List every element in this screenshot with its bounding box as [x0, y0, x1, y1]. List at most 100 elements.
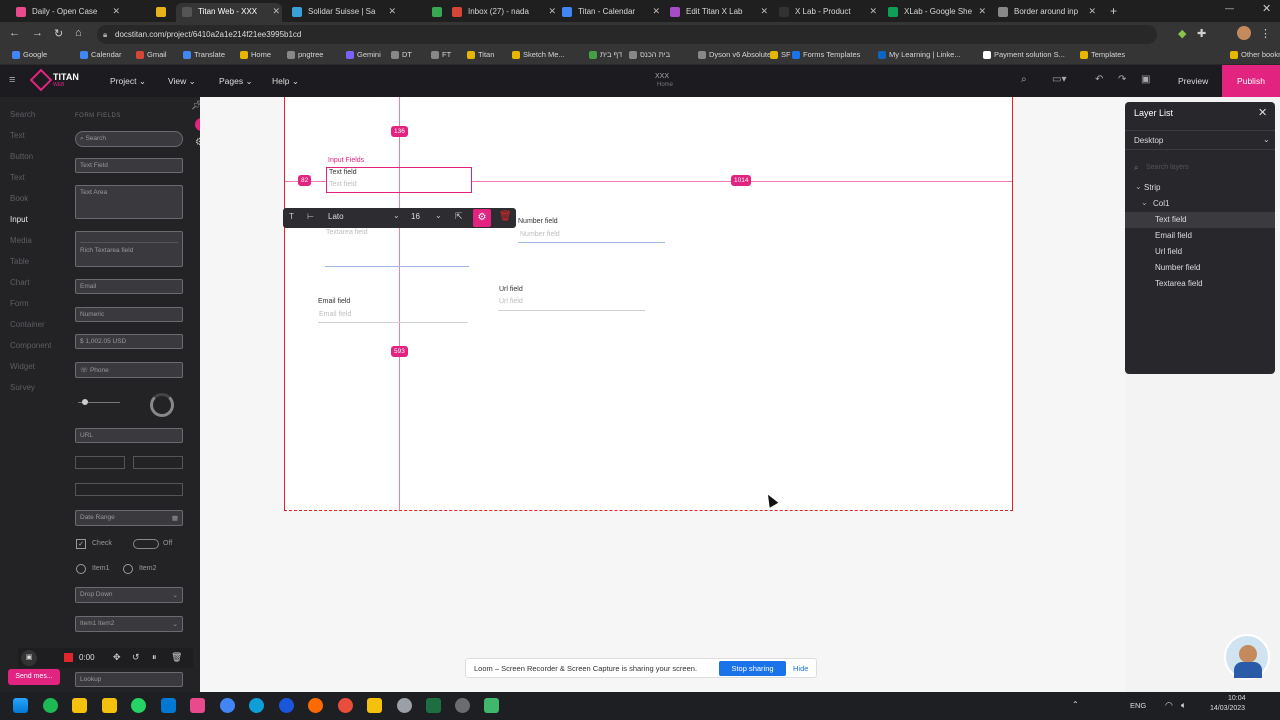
layer-item[interactable]: ⌄ Strip — [1125, 180, 1275, 196]
category-chart[interactable]: Chart — [10, 278, 30, 287]
app-icon[interactable] — [279, 698, 294, 713]
radio-item2[interactable] — [123, 564, 133, 574]
new-tab-icon[interactable]: + — [1110, 4, 1117, 18]
currency-widget[interactable]: $ 1,002.05 USD — [75, 334, 183, 349]
hide-button[interactable]: Hide — [793, 659, 808, 678]
menu-view[interactable]: View ⌄ — [168, 76, 196, 87]
extension-icon[interactable]: ◆ — [1178, 27, 1186, 40]
url-widget[interactable]: URL — [75, 428, 183, 443]
bookmark-item[interactable]: Gmail — [136, 50, 167, 59]
browser-tab[interactable]: Solidar Suisse | Sa ✕ — [286, 3, 398, 22]
email-widget[interactable]: Email — [75, 279, 183, 294]
bookmark-item[interactable]: דף בית — [589, 50, 622, 59]
phone-widget[interactable]: ☏ Phone — [75, 362, 183, 378]
close-icon[interactable]: ✕ — [1258, 106, 1267, 119]
windows-start-icon[interactable] — [13, 698, 28, 713]
time-widget[interactable] — [133, 456, 183, 469]
text-area-widget[interactable]: Text Area — [75, 185, 183, 219]
tab-close-icon[interactable]: ✕ — [652, 3, 660, 20]
spotify-icon[interactable] — [43, 698, 58, 713]
menu-pages[interactable]: Pages ⌄ — [219, 76, 253, 87]
tab-close-icon[interactable]: ✕ — [388, 3, 396, 20]
browser-tab[interactable] — [426, 3, 448, 22]
clock-date[interactable]: 14/03/2023 — [1210, 705, 1245, 712]
gear-icon[interactable]: ⚙ — [473, 209, 491, 227]
page-subtitle[interactable]: Home — [657, 82, 673, 88]
home-icon[interactable]: ⌂ — [75, 27, 82, 39]
chevron-down-icon[interactable]: ⌄ — [1141, 195, 1148, 211]
chrome-icon[interactable] — [220, 698, 235, 713]
align-icon[interactable]: ⊢ — [307, 212, 314, 221]
back-icon[interactable]: ← — [9, 27, 20, 39]
device-desktop-icon[interactable]: ▭▾ — [1052, 74, 1066, 85]
preview-button[interactable]: Preview — [1178, 76, 1208, 86]
bookmark-item[interactable]: Forms Templates — [792, 50, 860, 59]
category-search[interactable]: Search — [10, 110, 35, 119]
bookmark-item[interactable]: pngtree — [287, 50, 323, 59]
spinner-widget[interactable] — [150, 393, 174, 417]
layer-item[interactable]: ⌄ Col1 — [1125, 196, 1275, 212]
outlook-icon[interactable] — [161, 698, 176, 713]
menu-help[interactable]: Help ⌄ — [272, 76, 299, 87]
chevron-down-icon[interactable]: ⌄ — [393, 211, 400, 220]
page-strip[interactable] — [284, 97, 1013, 511]
excel-icon[interactable] — [426, 698, 441, 713]
font-size-select[interactable]: 16 — [411, 212, 420, 221]
bookmark-item[interactable]: My Learning | Linke... — [878, 50, 961, 59]
app-icon[interactable] — [484, 698, 499, 713]
menu-project[interactable]: Project ⌄ — [110, 76, 146, 87]
undo-icon[interactable]: ↶ — [1095, 74, 1103, 85]
file-explorer-icon[interactable] — [72, 698, 87, 713]
browser-tab[interactable]: Titan - Calendar ✕ — [556, 3, 662, 22]
slack-icon[interactable] — [338, 698, 353, 713]
rich-textarea-widget[interactable]: Rich Textarea field — [75, 231, 183, 267]
datetime-widget[interactable] — [75, 483, 183, 496]
tab-close-icon[interactable]: ✕ — [272, 3, 280, 20]
date-range-widget[interactable]: Date Range ▦ — [75, 510, 183, 526]
wifi-icon[interactable]: ◠ — [1165, 700, 1173, 711]
send-message-button[interactable]: Send mes... — [8, 669, 60, 685]
number-field-input[interactable]: Number field — [520, 231, 560, 238]
forward-icon[interactable]: → — [32, 27, 43, 39]
textarea-field-input[interactable]: Textarea field — [326, 229, 368, 236]
tab-close-icon[interactable]: ✕ — [760, 3, 768, 20]
save-icon[interactable]: ▣ — [1141, 74, 1150, 85]
bookmark-item[interactable]: Titan — [467, 50, 494, 59]
tab-close-icon[interactable]: ✕ — [869, 3, 877, 20]
device-select[interactable]: Desktop ⌄ — [1125, 130, 1275, 150]
bookmark-item[interactable]: Payment solution S... — [983, 50, 1065, 59]
tab-close-icon[interactable]: ✕ — [548, 3, 556, 20]
browser-tab[interactable]: Inbox (27) - nada ✕ — [446, 3, 558, 22]
language-indicator[interactable]: ENG — [1130, 701, 1146, 710]
window-close-icon[interactable]: ✕ — [1262, 2, 1271, 15]
bookmark-item[interactable]: SF — [770, 50, 791, 59]
loom-camera-bubble[interactable] — [1224, 634, 1270, 680]
multiselect-widget[interactable]: Item1 Item2 ⌄ — [75, 616, 183, 632]
category-book[interactable]: Book — [10, 194, 28, 203]
browser-tab[interactable]: Border around inp ✕ — [992, 3, 1098, 22]
browser-tab[interactable]: DT — [150, 3, 172, 22]
category-survey[interactable]: Survey — [10, 383, 35, 392]
selected-text-field[interactable]: Text field Text field — [326, 167, 472, 193]
url-field-input[interactable]: Url field — [499, 298, 523, 305]
layer-item[interactable]: Email field — [1125, 228, 1275, 244]
bookmark-item[interactable]: Translate — [183, 50, 225, 59]
category-input[interactable]: Input — [10, 215, 28, 224]
minimize-icon[interactable]: — — [1225, 3, 1234, 13]
checkbox-widget[interactable]: ✓ — [76, 539, 86, 549]
bookmark-item[interactable]: Dyson v6 Absolute... — [698, 50, 777, 59]
bookmark-item[interactable]: FT — [431, 50, 451, 59]
volume-icon[interactable]: 🔈︎ — [1181, 700, 1186, 711]
category-table[interactable]: Table — [10, 257, 29, 266]
layer-item[interactable]: Number field — [1125, 260, 1275, 276]
layer-item[interactable]: Url field — [1125, 244, 1275, 260]
email-field-input[interactable]: Email field — [319, 311, 351, 318]
font-family-select[interactable]: Lato — [328, 212, 344, 221]
browser-tab[interactable]: Titan Web - XXX ✕ — [176, 3, 282, 22]
bookmark-item[interactable]: Home — [240, 50, 271, 59]
folder-icon[interactable] — [102, 698, 117, 713]
browser-tab[interactable]: Edit Titan X Lab ✕ — [664, 3, 770, 22]
restart-icon[interactable]: ↺ — [132, 652, 140, 663]
record-stop-icon[interactable] — [64, 653, 73, 662]
browser-menu-icon[interactable]: ⋮ — [1260, 27, 1271, 40]
